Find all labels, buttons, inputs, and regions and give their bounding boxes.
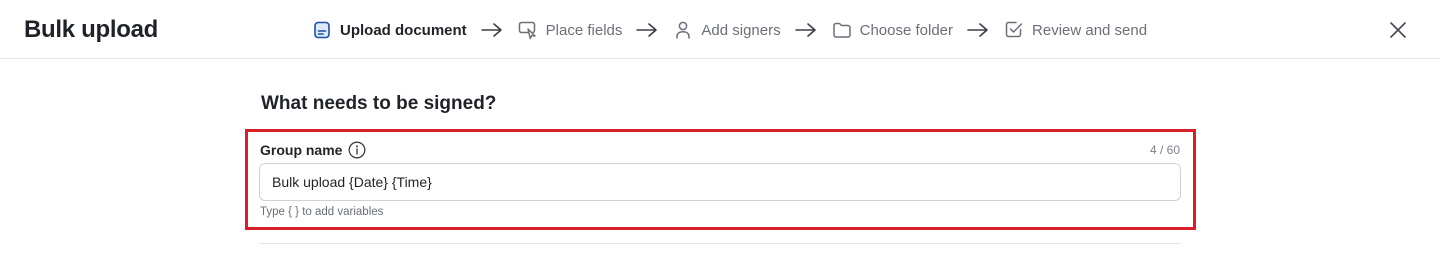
document-icon [312,20,332,40]
step-label: Choose folder [859,21,954,39]
arrow-right-icon [794,22,817,38]
character-count: 4 / 60 [1149,143,1180,157]
step-label: Review and send [1032,21,1148,39]
close-icon [1390,22,1406,38]
top-bar: Bulk upload Upload document Place fields… [0,0,1440,59]
place-fields-icon [518,20,538,40]
folder-icon [832,20,852,40]
stepper: Upload document Place fields Add signers… [312,18,1147,42]
arrow-right-icon [636,22,658,38]
group-name-label: Group name [260,142,343,158]
section-title: What needs to be signed? [261,93,497,114]
page-title: Bulk upload [24,16,159,43]
step-label: Upload document [340,21,467,39]
step-add-signers[interactable]: Add signers [673,20,781,40]
step-label: Place fields [545,21,623,39]
info-icon[interactable] [348,141,366,159]
close-button[interactable] [1388,20,1408,40]
step-place-fields[interactable]: Place fields [518,20,623,40]
step-label: Add signers [701,21,781,39]
check-square-icon [1004,20,1024,40]
helper-text: Type { } to add variables [260,206,384,218]
person-icon [673,20,693,40]
group-name-label-row: Group name [260,140,366,160]
arrow-right-icon [480,22,503,38]
arrow-right-icon [967,22,989,38]
step-choose-folder[interactable]: Choose folder [832,20,953,40]
divider [259,243,1181,244]
group-name-input[interactable] [259,163,1181,201]
step-review-and-send[interactable]: Review and send [1004,20,1147,40]
step-upload-document[interactable]: Upload document [312,20,467,40]
